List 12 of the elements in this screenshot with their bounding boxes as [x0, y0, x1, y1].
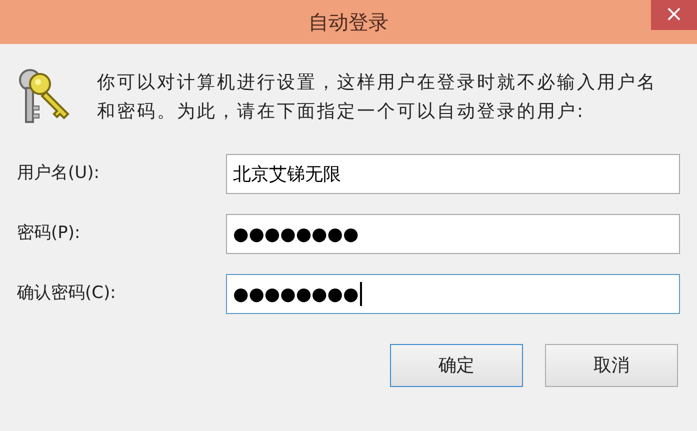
close-button[interactable]: ×	[651, 0, 697, 30]
input-field[interactable]: 北京艾锑无限	[226, 154, 680, 194]
description-text: 你可以对计算机进行设置，这样用户在登录时就不必输入用户名和密码。为此，请在下面指定一个可以自动登录的用户:	[97, 71, 658, 124]
field-label: 密码(P):	[17, 222, 82, 246]
field-label: 确认密码(C):	[17, 282, 117, 306]
field-label: 用户名(U):	[17, 162, 100, 186]
window-title: 自动登录	[308, 9, 388, 36]
input-field[interactable]: ●●●●●●●●	[226, 214, 680, 254]
text-cursor	[360, 282, 362, 306]
dialog-button[interactable]: 取消	[545, 344, 678, 387]
dialog-button[interactable]: 确定	[390, 344, 523, 387]
input-field[interactable]: ●●●●●●●●	[226, 274, 680, 314]
